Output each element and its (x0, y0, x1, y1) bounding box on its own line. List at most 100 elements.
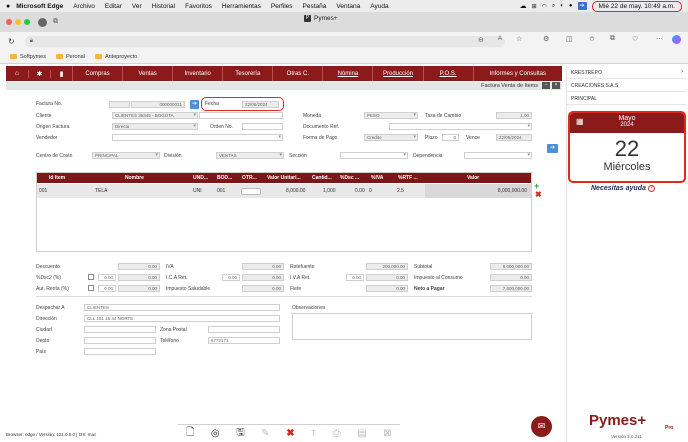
docref-select[interactable] (389, 123, 532, 130)
control-center-icon[interactable]: ◐ (560, 3, 564, 9)
telefono-field[interactable]: 6772171 (208, 337, 280, 344)
col-otr[interactable]: OTR... (242, 175, 257, 181)
nav-otras[interactable]: Otras C. (272, 66, 322, 81)
favorites-icon[interactable]: ✩ (589, 35, 595, 43)
chat-bubble-button[interactable]: ✉ (531, 416, 552, 437)
stats-icon[interactable]: ▮ (50, 69, 72, 78)
cell-id-item[interactable]: 001 (39, 188, 47, 194)
factura-next-button[interactable]: ➔ (190, 100, 199, 109)
text-icon[interactable]: T (311, 429, 316, 438)
col-nombre[interactable]: Nombre (125, 175, 144, 181)
plazo-field[interactable]: 0 (442, 134, 459, 141)
bookmark-folder-softpymes[interactable]: Softpymes (10, 54, 46, 60)
cell-und[interactable]: UNI (193, 188, 202, 194)
home-icon[interactable]: ⌂ (6, 70, 28, 77)
edit-pencil-icon[interactable]: ✎ (261, 428, 269, 439)
zona-field[interactable] (208, 326, 280, 333)
reload-icon[interactable]: ↻ (8, 37, 15, 46)
menu-ayuda[interactable]: Ayuda (370, 3, 388, 10)
cliente-extra-field[interactable] (199, 112, 283, 119)
despachar-field[interactable]: CLIENTES (84, 304, 280, 311)
settings-icon[interactable]: ✱ (28, 69, 50, 78)
autrenta-field[interactable]: 0.00 (118, 285, 160, 292)
col-und[interactable]: UND... (193, 175, 208, 181)
cell-otr-input[interactable] (241, 188, 261, 195)
help-link[interactable]: Necesitas ayuda ? (591, 185, 655, 192)
attach-icon[interactable]: ⊠ (383, 428, 391, 439)
sidebar-company[interactable]: CREACIONES S.A.S (567, 79, 686, 92)
menu-ver[interactable]: Ver (132, 3, 142, 10)
factura-number-field[interactable]: 000000031 (131, 101, 185, 108)
cell-rtf[interactable]: 2.5 (397, 188, 404, 194)
split-screen-icon[interactable]: ◫ (566, 35, 573, 43)
consumo-field[interactable]: 0.00 (490, 274, 532, 281)
siri-icon[interactable]: ● (569, 3, 573, 9)
nav-inventario[interactable]: Inventario (172, 66, 222, 81)
app-name[interactable]: Microsoft Edge (16, 3, 63, 10)
close-window-icon[interactable] (6, 19, 12, 25)
dsc2-checkbox[interactable] (88, 274, 94, 280)
browser-essentials-icon[interactable]: ♡ (632, 35, 638, 43)
direccion-field[interactable]: CLL 161 15 44 NORTE (84, 315, 280, 322)
sidebar-user[interactable]: KRESTREPO › (567, 66, 686, 79)
active-tab[interactable]: P Pymes+ (304, 15, 338, 22)
menu-archivo[interactable]: Archivo (73, 3, 95, 10)
icaret-field[interactable]: 0.00 (242, 274, 284, 281)
sidebar-branch[interactable]: PRINCIPAL (567, 92, 686, 105)
extensions-icon[interactable]: ⚙ (543, 35, 549, 43)
observaciones-textarea[interactable] (292, 313, 532, 340)
col-bod[interactable]: BOD... (217, 175, 232, 181)
dsc2-pct-field[interactable]: 0.00 (98, 274, 116, 281)
cell-nombre[interactable]: TELA (95, 188, 108, 194)
nav-tesoreria[interactable]: Tesorería (222, 66, 272, 81)
minimize-window-icon[interactable] (15, 19, 21, 25)
moneda-select[interactable]: PESO (364, 112, 418, 119)
cell-cantidad[interactable]: 1,000 (323, 188, 336, 194)
col-valor[interactable]: Valor (467, 175, 479, 181)
more-icon[interactable]: ⋯ (656, 35, 663, 43)
menu-pestana[interactable]: Pestaña (303, 3, 327, 10)
print-icon[interactable]: ⎙ (333, 428, 341, 439)
favorite-star-icon[interactable]: ☆ (516, 35, 522, 43)
dependencia-select[interactable] (464, 152, 532, 159)
search-icon[interactable]: ⌕ (552, 3, 555, 10)
bookmark-folder-peronal[interactable]: Peronal (55, 54, 85, 60)
minimize-panel-icon[interactable]: – (542, 82, 550, 89)
clock-datetime[interactable]: Mié 22 de may. 10:49 a.m. (591, 0, 682, 12)
col-dsc[interactable]: %Dsc ... (340, 175, 359, 181)
bookmark-folder-anteproyecto[interactable]: Anteproyecto (94, 54, 137, 60)
cell-dsc[interactable]: 0.00 (355, 188, 365, 194)
formapago-select[interactable]: Credito (364, 134, 418, 141)
menu-herramientas[interactable]: Herramientas (222, 3, 261, 10)
icaret-pct-field[interactable]: 0.00 (222, 274, 240, 281)
division-select[interactable]: VENTAS (216, 152, 284, 159)
col-valor-unitario[interactable]: Valor Unitari... (267, 175, 301, 181)
cell-bod[interactable]: 001 (217, 188, 225, 194)
col-cantidad[interactable]: Cantid... (312, 175, 332, 181)
iva-field[interactable]: 0.00 (242, 263, 284, 270)
side-forward-button[interactable]: ➔ (547, 144, 558, 153)
autrenta-pct-field[interactable]: 0.00 (98, 285, 116, 292)
vence-field[interactable]: 22/05/2024 (496, 134, 532, 141)
flete-field[interactable]: 0.00 (366, 285, 408, 292)
tasa-field[interactable]: 1.00 (496, 112, 532, 119)
ivaret-pct-field[interactable]: 0.00 (346, 274, 364, 281)
apple-icon[interactable]: ● (6, 3, 10, 10)
nav-pos[interactable]: P.O.S. (422, 66, 473, 81)
menu-historial[interactable]: Historial (152, 3, 175, 10)
descuento-field[interactable]: 0.00 (118, 263, 160, 270)
collections-icon[interactable]: ⧉ (610, 35, 615, 43)
read-aloud-icon[interactable]: A (498, 36, 502, 42)
cliente-select[interactable]: CLIENTES 35345 - BOGOTA (112, 112, 198, 119)
col-id-item[interactable]: Id Item (49, 175, 65, 181)
menu-editar[interactable]: Editar (105, 3, 122, 10)
nav-produccion[interactable]: Producción (372, 66, 422, 81)
nav-informes[interactable]: Informes y Consultas (472, 66, 562, 81)
col-iva[interactable]: %IVA (371, 175, 383, 181)
tab-actions-icon[interactable]: ⧉ (53, 18, 58, 26)
seccion-select[interactable] (340, 152, 408, 159)
col-rtf[interactable]: %RTF ... (398, 175, 418, 181)
new-document-icon[interactable]: 🗋︎ (186, 425, 194, 442)
delete-row-icon[interactable]: ✖ (535, 190, 542, 199)
factura-prefix-field[interactable] (109, 101, 130, 108)
